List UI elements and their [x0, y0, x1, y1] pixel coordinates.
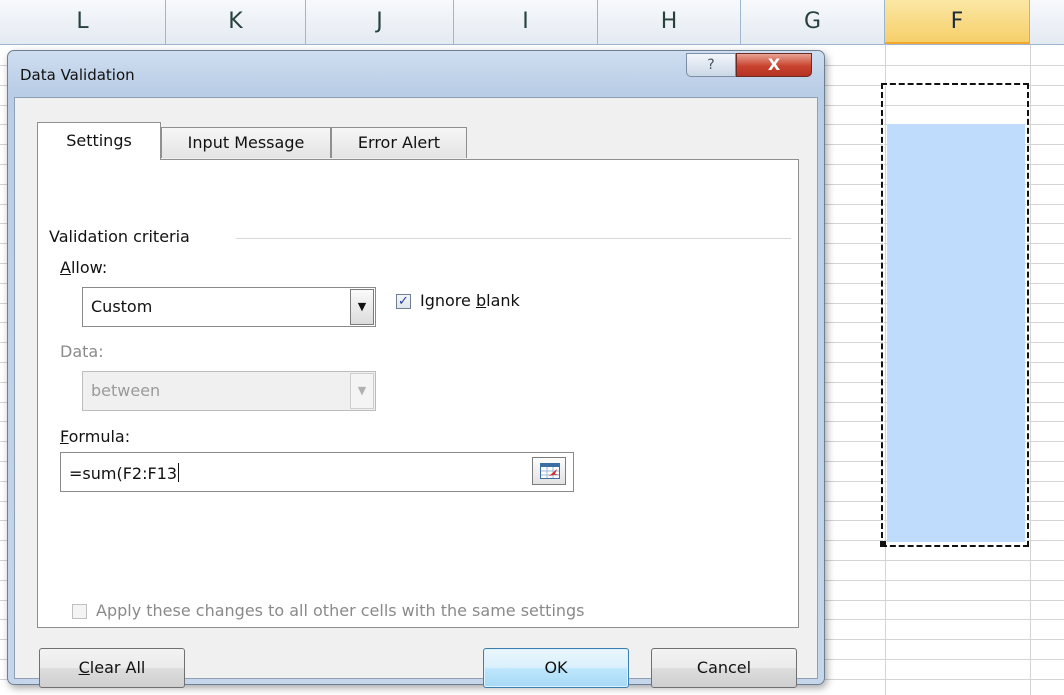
ignore-blank-label[interactable]: Ignore blank: [420, 291, 520, 310]
validation-criteria-heading: Validation criteria: [49, 227, 190, 246]
allow-label: Allow:: [60, 258, 108, 277]
cancel-button[interactable]: Cancel: [651, 648, 797, 688]
fill-handle[interactable]: [880, 541, 886, 547]
column-header-bar: L K J I H G F: [0, 0, 1064, 45]
tab-input-message[interactable]: Input Message: [161, 127, 331, 158]
collapse-dialog-icon: [540, 463, 560, 479]
allow-select-value: Custom: [91, 297, 153, 316]
apply-all-label[interactable]: Apply these changes to all other cells w…: [96, 601, 585, 620]
chevron-down-icon[interactable]: ▼: [350, 289, 374, 325]
data-select-value: between: [91, 381, 161, 400]
column-header-G[interactable]: G: [741, 0, 885, 44]
dialog-body: Settings Input Message Error Alert Valid…: [14, 97, 818, 688]
copy-marquee: [881, 83, 1029, 547]
tab-settings[interactable]: Settings: [37, 122, 161, 160]
data-validation-dialog: Data Validation ? X Settings Input Messa…: [7, 50, 825, 688]
column-header-J[interactable]: J: [306, 0, 454, 44]
close-button[interactable]: X: [736, 53, 812, 77]
help-icon: ?: [707, 57, 715, 73]
ignore-blank-checkbox[interactable]: ✓: [396, 294, 411, 309]
chevron-down-icon: ▼: [350, 373, 374, 409]
dialog-title: Data Validation: [20, 66, 135, 84]
column-header-H[interactable]: H: [598, 0, 741, 44]
column-gridline: [1030, 45, 1031, 695]
column-header-E[interactable]: [1030, 0, 1064, 44]
column-header-L[interactable]: L: [0, 0, 166, 44]
close-icon: X: [767, 55, 781, 74]
column-header-I[interactable]: I: [454, 0, 598, 44]
checkmark-icon: ✓: [398, 294, 409, 309]
ok-button[interactable]: OK: [483, 648, 629, 688]
text-caret: [178, 463, 180, 482]
data-label: Data:: [60, 342, 104, 361]
tab-error-alert[interactable]: Error Alert: [331, 127, 467, 158]
formula-label: Formula:: [60, 427, 131, 446]
column-header-K[interactable]: K: [166, 0, 306, 44]
clear-all-button[interactable]: Clear All: [39, 648, 185, 688]
formula-input[interactable]: =sum(F2:F13: [60, 452, 574, 492]
formula-text: =sum(F2:F13: [69, 463, 180, 483]
data-select[interactable]: between ▼: [82, 371, 376, 411]
settings-panel: Validation criteria Allow: Custom ▼ ✓ Ig…: [37, 159, 799, 628]
help-button[interactable]: ?: [686, 53, 736, 77]
allow-select[interactable]: Custom ▼: [82, 287, 376, 327]
column-header-F[interactable]: F: [885, 0, 1030, 44]
collapse-dialog-button[interactable]: [532, 457, 566, 485]
section-divider: [236, 238, 791, 239]
dialog-titlebar[interactable]: Data Validation ? X: [8, 51, 824, 97]
apply-all-checkbox[interactable]: [72, 604, 87, 619]
